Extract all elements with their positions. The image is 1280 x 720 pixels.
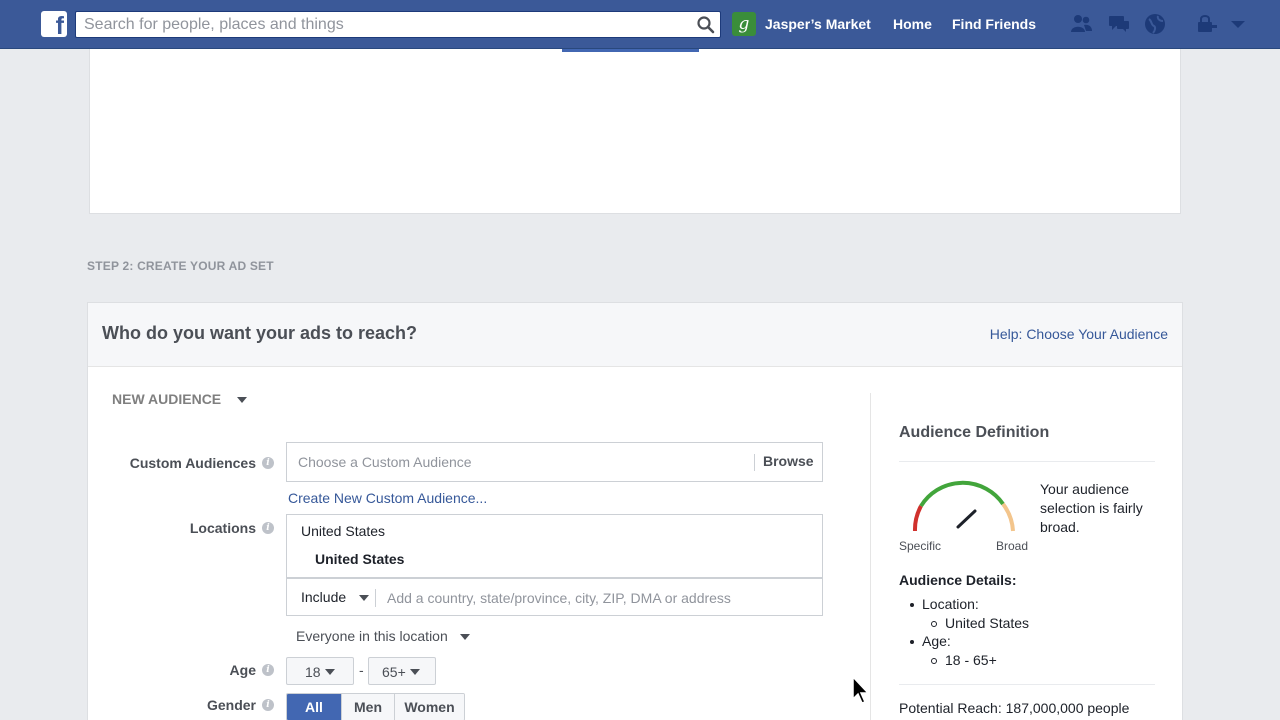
browse-button[interactable]: Browse <box>763 453 814 469</box>
detail-age-label: Age: <box>922 633 951 649</box>
custom-audiences-label: Custom Audiences <box>129 455 256 471</box>
audience-definition-title: Audience Definition <box>899 424 1050 441</box>
mouse-cursor-icon <box>852 675 870 704</box>
new-audience-dropdown[interactable]: NEW AUDIENCE <box>112 391 248 407</box>
friend-requests-icon[interactable] <box>1069 13 1093 35</box>
search-icon[interactable] <box>696 15 716 35</box>
continue-button-edge[interactable] <box>562 49 699 52</box>
potential-reach: Potential Reach: 187,000,000 people <box>899 700 1130 716</box>
audience-card: Who do you want your ads to reach? Help:… <box>87 302 1183 720</box>
account-menu-chevron-down-icon[interactable] <box>1226 13 1250 35</box>
include-dropdown[interactable]: Include <box>301 589 370 605</box>
info-icon[interactable]: i <box>262 457 274 469</box>
search-box[interactable] <box>75 11 721 38</box>
gauge-broad-label: Broad <box>996 539 1029 553</box>
divider <box>899 684 1155 685</box>
audience-gauge-icon <box>912 480 1015 532</box>
card-title: Who do you want your ads to reach? <box>102 323 418 343</box>
custom-audience-placeholder: Choose a Custom Audience <box>298 454 472 470</box>
bullet <box>910 603 914 607</box>
info-icon[interactable]: i <box>262 522 274 534</box>
privacy-shortcuts-icon[interactable] <box>1195 13 1219 35</box>
detail-age-value: 18 - 65+ <box>945 652 997 668</box>
gauge-specific-label: Specific <box>899 539 942 553</box>
age-min-value: 18 <box>305 664 321 680</box>
gauge-description: Your audience selection is fairly broad. <box>1040 481 1143 535</box>
age-max-dropdown[interactable]: 65+ <box>368 657 436 685</box>
age-label: Age <box>229 662 256 678</box>
top-navigation-bar: f g Jasper’s Market Home Find Friends <box>0 0 1280 49</box>
location-group: United States <box>301 523 386 539</box>
page-avatar-icon[interactable]: g <box>732 12 756 36</box>
include-label: Include <box>301 589 347 605</box>
divider <box>899 461 1155 462</box>
step-label: STEP 2: CREATE YOUR AD SET <box>87 259 274 273</box>
audience-card-header: Who do you want your ads to reach? Help:… <box>88 303 1182 367</box>
gender-all-button[interactable]: All <box>287 694 341 720</box>
location-add-row: Include Add a country, state/province, c… <box>286 578 823 616</box>
messages-icon[interactable] <box>1107 13 1131 35</box>
chevron-down-icon <box>325 669 335 675</box>
custom-audience-input[interactable]: Choose a Custom Audience Browse <box>286 442 823 482</box>
divider <box>754 454 755 471</box>
campaign-card <box>89 49 1181 214</box>
location-type-label: Everyone in this location <box>296 628 448 644</box>
age-min-dropdown[interactable]: 18 <box>286 657 354 685</box>
gender-toggle: All Men Women <box>286 693 465 720</box>
gender-men-button[interactable]: Men <box>341 694 394 720</box>
bullet <box>931 621 937 627</box>
divider <box>375 589 376 607</box>
age-max-value: 65+ <box>382 664 406 680</box>
create-custom-audience-link[interactable]: Create New Custom Audience... <box>288 490 487 506</box>
pane-divider <box>870 393 871 720</box>
chevron-down-icon <box>237 397 248 404</box>
detail-location-value: United States <box>945 615 1030 631</box>
chevron-down-icon <box>410 669 420 675</box>
location-search-input[interactable]: Add a country, state/province, city, ZIP… <box>387 590 731 606</box>
info-icon[interactable]: i <box>262 699 274 711</box>
help-choose-audience-link[interactable]: Help: Choose Your Audience <box>990 326 1168 342</box>
page-name-link[interactable]: Jasper’s Market <box>765 16 871 32</box>
gender-women-button[interactable]: Women <box>394 694 464 720</box>
bullet <box>910 640 914 644</box>
bullet <box>931 658 937 664</box>
notifications-globe-icon[interactable] <box>1143 13 1167 35</box>
info-icon[interactable]: i <box>262 664 274 676</box>
find-friends-link[interactable]: Find Friends <box>952 16 1036 32</box>
locations-list: United States United States <box>286 514 823 578</box>
audience-details-title: Audience Details: <box>899 572 1017 588</box>
location-type-dropdown[interactable]: Everyone in this location <box>296 628 470 644</box>
facebook-logo-icon[interactable]: f <box>41 11 67 37</box>
locations-label: Locations <box>189 520 256 536</box>
age-dash: - <box>359 662 364 678</box>
chevron-down-icon <box>359 595 370 602</box>
location-item[interactable]: United States <box>315 551 404 567</box>
detail-location-label: Location: <box>922 596 979 612</box>
chevron-down-icon <box>459 634 470 641</box>
gender-label: Gender <box>206 697 256 713</box>
search-input[interactable] <box>76 12 676 37</box>
new-audience-label: NEW AUDIENCE <box>112 391 222 407</box>
home-link[interactable]: Home <box>893 16 932 32</box>
